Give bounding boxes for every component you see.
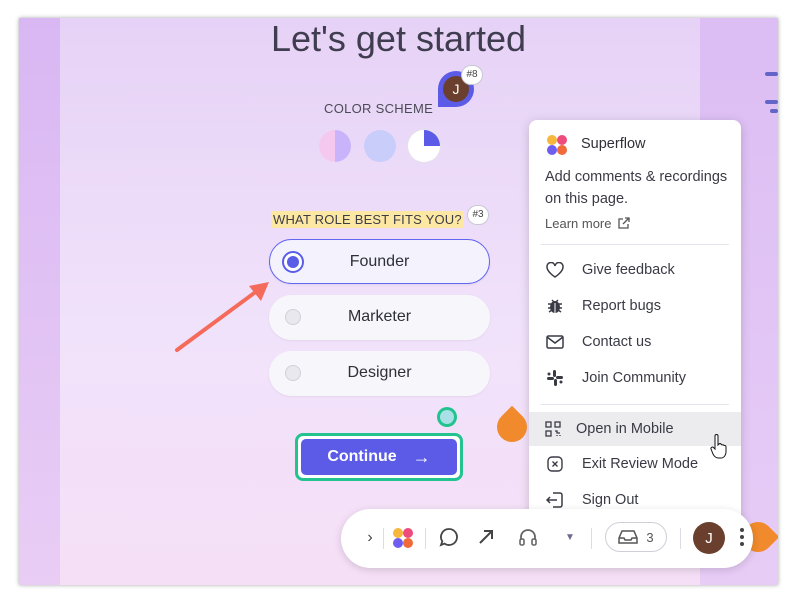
superflow-logo-icon[interactable] [391,527,415,549]
menu-item-give-feedback[interactable]: Give feedback [529,252,741,288]
comment-icon[interactable] [438,526,460,548]
learn-more-label: Learn more [545,216,612,231]
comment-badge[interactable]: #3 [467,205,489,225]
expand-chevron-icon[interactable]: › [363,528,377,548]
menu-item-report-bugs[interactable]: Report bugs [529,288,741,324]
continue-button[interactable]: Continue → [301,439,457,475]
menu-bar-glyph [770,109,778,113]
role-option-label: Founder [349,253,410,270]
annotation-arrow-icon [175,282,269,352]
role-question: WHAT ROLE BEST FITS YOU? [271,211,464,228]
menu-item-label: Contact us [582,334,652,350]
menu-item-label: Exit Review Mode [582,456,699,472]
chevron-down-icon[interactable]: ▼ [563,529,577,545]
inbox-count: 3 [646,529,654,545]
hand-cursor-icon [710,434,727,459]
annotation-marker [490,405,534,449]
arrow-annotate-icon[interactable] [475,526,497,548]
review-toolbar: › ▼ 3 J [341,509,753,568]
menu-description: Add comments & recordings on this page. [545,169,728,207]
more-menu-icon[interactable] [738,525,746,549]
menu-divider [541,244,729,245]
page-title: Let's get started [270,18,527,59]
slack-icon [545,368,565,388]
menu-item-label: Open in Mobile [576,421,674,437]
heart-icon [545,260,565,280]
color-swatch-lavender[interactable] [364,130,396,162]
sign-out-icon [545,490,565,510]
menu-item-label: Report bugs [582,298,661,314]
menu-bar-glyph [765,100,778,104]
menu-item-contact-us[interactable]: Contact us [529,324,741,360]
menu-item-label: Join Community [582,370,686,386]
learn-more-link[interactable]: Learn more [545,216,631,231]
superflow-menu: Superflow Add comments & recordings on t… [529,120,741,522]
headphones-icon[interactable] [517,526,539,548]
app-name: Superflow [581,136,646,152]
qr-code-icon [543,419,563,439]
role-option-designer[interactable]: Designer [269,351,490,396]
continue-button-focus[interactable]: Continue → [295,433,463,481]
menu-item-join-community[interactable]: Join Community [529,360,741,396]
arrow-right-icon: → [412,446,431,467]
external-link-icon [618,217,631,229]
role-option-marketer[interactable]: Marketer [269,295,490,340]
menu-item-label: Give feedback [582,262,675,278]
menu-divider [541,404,729,405]
superflow-logo-icon [545,134,569,156]
menu-bar-glyph [765,72,778,76]
color-swatch-selected[interactable] [408,130,440,162]
role-option-founder[interactable]: Founder [269,239,490,284]
collaborator-marker[interactable] [437,407,457,427]
continue-label: Continue [327,448,397,465]
app-page: Let's get started J #8 COLOR SCHEME WHAT… [19,18,778,585]
color-scheme-label: COLOR SCHEME [324,101,434,116]
left-panel-background [19,18,60,585]
close-square-icon [545,454,565,474]
inbox-icon [618,530,639,544]
comment-pin[interactable]: J #8 [438,65,483,109]
menu-item-label: Sign Out [582,492,639,508]
role-option-label: Designer [347,364,412,381]
role-option-label: Marketer [347,308,412,325]
mail-icon [545,332,565,352]
inbox-button[interactable]: 3 [605,522,667,552]
bug-icon [545,296,565,316]
comment-badge: #8 [461,65,483,85]
user-avatar[interactable]: J [693,522,725,554]
color-swatch-pink[interactable] [319,130,351,162]
